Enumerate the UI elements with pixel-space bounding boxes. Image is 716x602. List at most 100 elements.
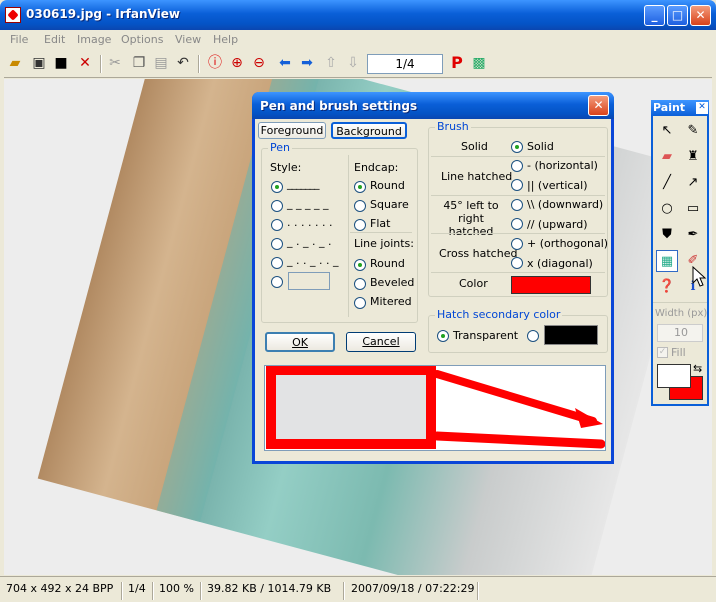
paint-close-icon[interactable]: ✕ — [696, 102, 708, 114]
endcap-flat-radio[interactable] — [354, 219, 366, 231]
joint-mitered-radio[interactable] — [354, 297, 366, 309]
endcap-round-radio[interactable] — [354, 181, 366, 193]
cancel-button[interactable]: Cancel — [346, 332, 416, 352]
width-input[interactable]: 10 — [657, 324, 703, 342]
ellipse-tool-icon[interactable]: ○ — [656, 198, 678, 220]
last-page-icon[interactable]: ⇩ — [344, 54, 362, 72]
style-dot-radio[interactable] — [271, 219, 283, 231]
menu-edit[interactable]: Edit — [44, 33, 65, 46]
brush-line-hatched-label: Line hatched — [441, 170, 513, 183]
color-picker-icon[interactable]: ✒ — [682, 224, 704, 246]
brush-downward-radio[interactable] — [511, 199, 523, 211]
info-icon[interactable]: ⓘ — [206, 54, 224, 72]
brush-vertical-radio[interactable] — [511, 179, 523, 191]
joint-beveled-label: Beveled — [370, 276, 415, 289]
paint-toggle-icon[interactable]: P — [448, 54, 466, 72]
brush-solid-label: Solid — [461, 140, 488, 153]
fill-checkbox[interactable]: ✓ — [657, 347, 668, 358]
save-icon[interactable]: ■ — [52, 54, 70, 72]
style-dashdotdot-line: _ . . _ . . _ — [287, 254, 339, 267]
minimize-button[interactable]: _ — [644, 5, 665, 26]
brush-cross-hatched-label: Cross hatched — [439, 247, 518, 260]
endcap-square-radio[interactable] — [354, 200, 366, 212]
style-dashdot-radio[interactable] — [271, 238, 283, 250]
menu-help[interactable]: Help — [213, 33, 238, 46]
brush-horizontal-option: - (horizontal) — [527, 159, 598, 172]
brush-orthogonal-radio[interactable] — [511, 238, 523, 250]
pointer-tool-icon[interactable]: ↖ — [656, 120, 678, 142]
previous-arrow-icon[interactable]: ⬅ — [276, 54, 294, 72]
title-bar[interactable]: 030619.jpg - IrfanView _ □ ✕ — [0, 0, 716, 30]
menu-view[interactable]: View — [175, 33, 201, 46]
paint-title-bar[interactable]: Paint ✕ — [651, 100, 709, 116]
hatch-color-group: Hatch secondary color Transparent — [428, 308, 608, 353]
arrow-tool-icon[interactable]: ↗ — [682, 172, 704, 194]
pencil-tool-icon[interactable]: ✎ — [682, 120, 704, 142]
close-button[interactable]: ✕ — [690, 5, 711, 26]
brush-horizontal-radio[interactable] — [511, 160, 523, 172]
status-datetime: 2007/09/18 / 07:22:29 — [351, 582, 475, 595]
paint-title: Paint — [653, 101, 686, 114]
brush-solid-radio[interactable] — [511, 141, 523, 153]
hatch-transparent-radio[interactable] — [437, 330, 449, 342]
status-bar: 704 x 492 x 24 BPP 1/4 100 % 39.82 KB / … — [0, 576, 716, 602]
brush-group-label: Brush — [435, 120, 471, 133]
help-icon[interactable]: ❓ — [656, 276, 678, 298]
dialog-title-bar[interactable]: Pen and brush settings ✕ — [252, 92, 614, 119]
line-tool-icon[interactable]: ╱ — [656, 172, 678, 194]
style-solid-radio[interactable] — [271, 181, 283, 193]
delete-icon[interactable]: ✕ — [76, 54, 94, 72]
tab-background[interactable]: Background — [331, 122, 407, 139]
slideshow-icon[interactable]: ▣ — [30, 54, 48, 72]
brush-settings-icon[interactable]: ▦ — [656, 250, 678, 272]
style-dashdotdot-radio[interactable] — [271, 257, 283, 269]
copy-icon[interactable]: ❐ — [130, 54, 148, 72]
style-custom-field[interactable] — [288, 272, 330, 290]
joint-beveled-radio[interactable] — [354, 278, 366, 290]
dialog-close-button[interactable]: ✕ — [588, 95, 609, 116]
foreground-color-swatch[interactable] — [657, 364, 691, 388]
mouse-cursor-icon — [692, 266, 707, 287]
endcap-flat-label: Flat — [370, 217, 391, 230]
eraser-tool-icon[interactable]: ▰ — [656, 146, 678, 168]
stamp-tool-icon[interactable]: ♜ — [682, 146, 704, 168]
ok-button[interactable]: OK — [265, 332, 335, 352]
hatch-color-radio[interactable] — [527, 330, 539, 342]
toolbar: ▰ ▣ ■ ✕ ✂ ❐ ▤ ↶ ⓘ ⊕ ⊖ ⬅ ➡ ⇧ ⇩ P ▩ — [4, 50, 712, 78]
brush-diagonal-radio[interactable] — [511, 257, 523, 269]
menu-image[interactable]: Image — [77, 33, 111, 46]
brush-preview — [264, 365, 606, 451]
menu-file[interactable]: File — [10, 33, 28, 46]
tab-foreground[interactable]: Foreground — [258, 122, 326, 139]
zoom-out-icon[interactable]: ⊖ — [250, 54, 268, 72]
style-custom-radio[interactable] — [271, 276, 283, 288]
hatch-color-swatch[interactable] — [544, 325, 598, 345]
first-page-icon[interactable]: ⇧ — [322, 54, 340, 72]
line-joints-label: Line joints: — [354, 237, 414, 250]
zoom-in-icon[interactable]: ⊕ — [228, 54, 246, 72]
open-folder-icon[interactable]: ▰ — [6, 54, 24, 72]
hatch-group-label: Hatch secondary color — [435, 308, 563, 321]
dialog-title: Pen and brush settings — [260, 99, 418, 113]
paste-icon[interactable]: ▤ — [152, 54, 170, 72]
maximize-button[interactable]: □ — [667, 5, 688, 26]
brush-color-label: Color — [459, 277, 488, 290]
next-arrow-icon[interactable]: ➡ — [298, 54, 316, 72]
brush-group: Brush Solid Solid Line hatched - (horizo… — [428, 120, 609, 297]
fill-bucket-icon[interactable]: ⛊ — [656, 224, 678, 246]
swap-colors-icon[interactable]: ⇆ — [693, 362, 702, 375]
endcap-label: Endcap: — [354, 161, 399, 174]
cut-icon[interactable]: ✂ — [106, 54, 124, 72]
brush-orthogonal-option: + (orthogonal) — [527, 237, 609, 250]
joint-round-radio[interactable] — [354, 259, 366, 271]
menu-options[interactable]: Options — [121, 33, 163, 46]
brush-vertical-option: || (vertical) — [527, 179, 588, 192]
style-dash-radio[interactable] — [271, 200, 283, 212]
color-palette-icon[interactable]: ▩ — [470, 54, 488, 72]
style-dot-line: . . . . . . . — [287, 216, 333, 229]
brush-upward-radio[interactable] — [511, 218, 523, 230]
page-indicator-field[interactable]: 1/4 — [367, 54, 443, 74]
undo-icon[interactable]: ↶ — [174, 54, 192, 72]
brush-color-swatch[interactable] — [511, 276, 591, 294]
rectangle-tool-icon[interactable]: ▭ — [682, 198, 704, 220]
